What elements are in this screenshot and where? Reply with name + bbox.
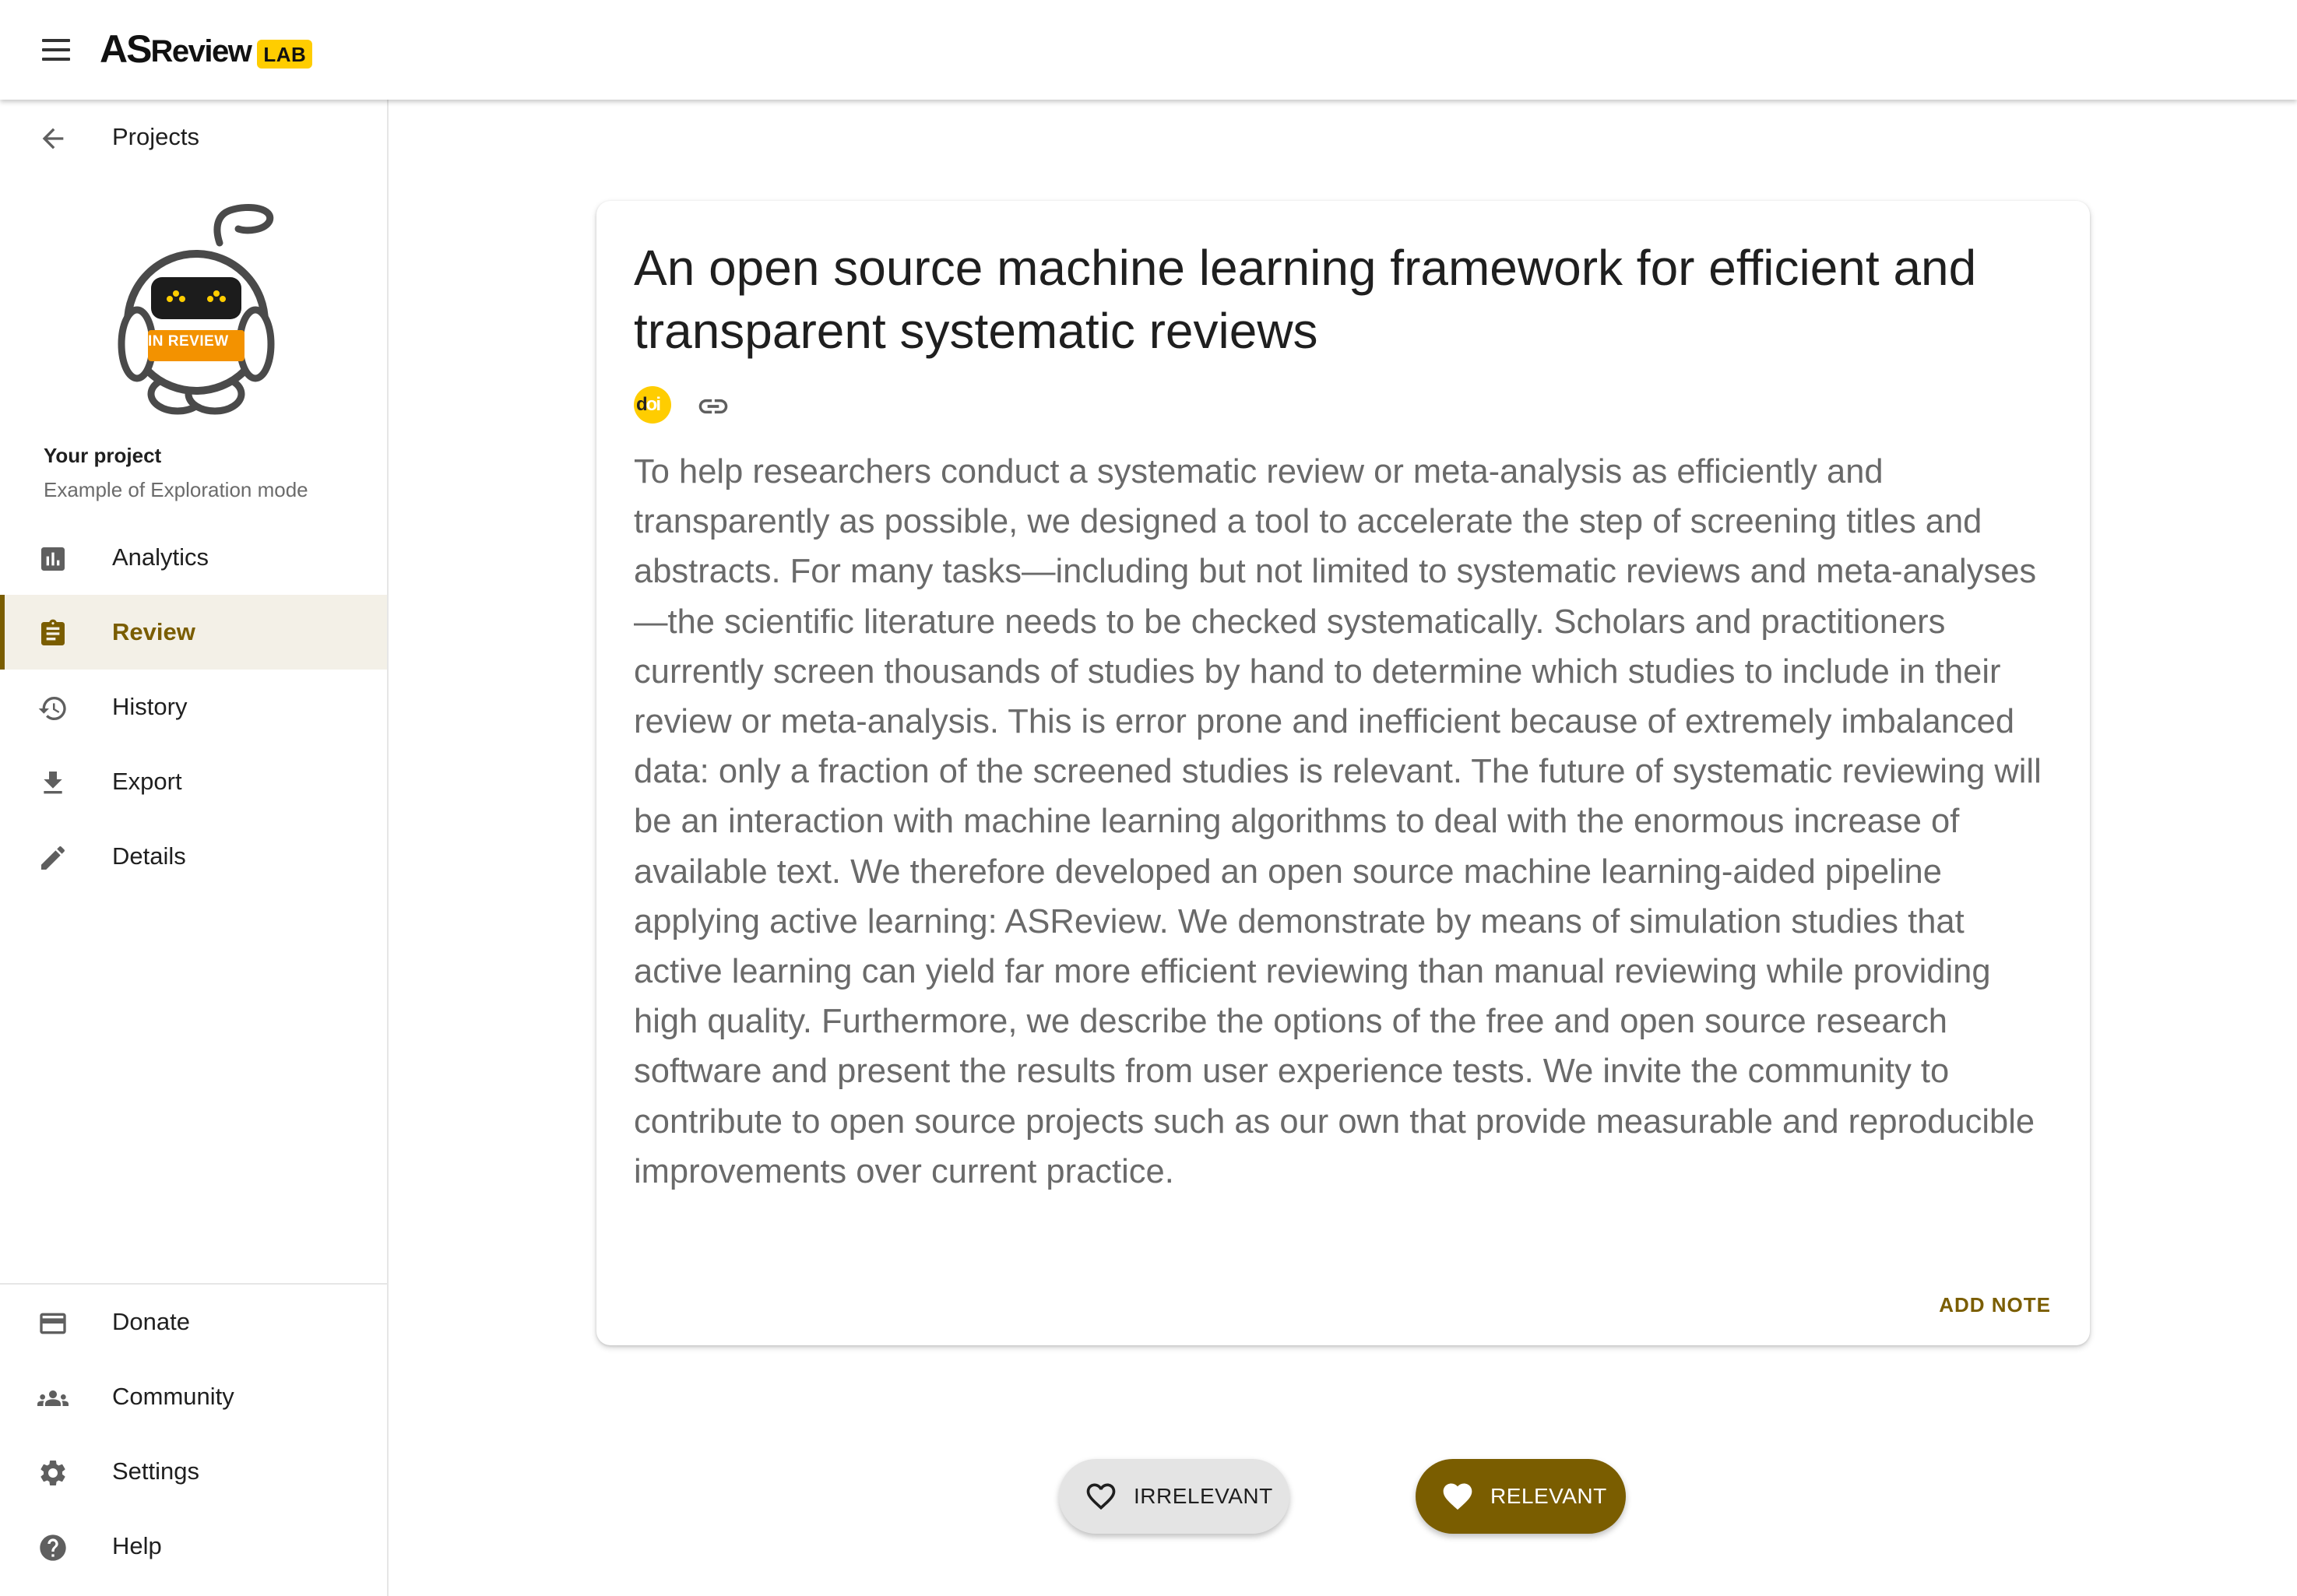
people-icon bbox=[37, 1390, 69, 1406]
doi-icon-text: doi bbox=[636, 394, 661, 415]
logo-text-as: AS bbox=[100, 27, 152, 71]
link-icon[interactable] bbox=[696, 389, 730, 424]
sidebar-item-review[interactable]: Review bbox=[0, 595, 387, 670]
relevant-label: RELEVANT bbox=[1490, 1484, 1607, 1508]
back-label: Projects bbox=[112, 123, 199, 150]
sidebar-item-label: Details bbox=[112, 842, 186, 870]
help-icon bbox=[40, 1534, 66, 1561]
add-note-button[interactable]: ADD NOTE bbox=[1931, 1288, 2059, 1322]
robot-badge-text: IN REVIEW bbox=[148, 333, 229, 350]
arrow-back-icon bbox=[42, 128, 64, 149]
clipboard-icon bbox=[41, 619, 65, 645]
sidebar-item-label: Export bbox=[112, 768, 182, 795]
logo-text-review: Review bbox=[150, 33, 252, 69]
sidebar-item-export[interactable]: Export bbox=[0, 744, 387, 819]
sidebar-item-label: Donate bbox=[112, 1308, 190, 1335]
sidebar-item-community[interactable]: Community bbox=[0, 1359, 387, 1434]
robot-mascot-image bbox=[118, 204, 275, 415]
download-icon bbox=[44, 772, 62, 794]
irrelevant-button[interactable]: IRRELEVANT bbox=[1059, 1459, 1289, 1534]
sidebar-item-settings[interactable]: Settings bbox=[0, 1434, 387, 1509]
heart-outline-icon bbox=[1086, 1483, 1116, 1510]
gear-icon bbox=[40, 1461, 65, 1485]
sidebar-item-analytics[interactable]: Analytics bbox=[0, 520, 387, 595]
relevant-button[interactable]: RELEVANT bbox=[1416, 1459, 1626, 1534]
record-abstract: To help researchers conduct a systematic… bbox=[634, 453, 2042, 1190]
sidebar: Projects IN REVIEW Your project Example … bbox=[0, 100, 389, 1596]
pencil-icon bbox=[41, 845, 65, 870]
sidebar-item-label: History bbox=[112, 693, 188, 720]
sidebar-item-details[interactable]: Details bbox=[0, 819, 387, 894]
sidebar-item-label: Review bbox=[112, 618, 195, 645]
sidebar-item-help[interactable]: Help bbox=[0, 1509, 387, 1584]
heart-filled-icon bbox=[1443, 1483, 1472, 1510]
sidebar-item-history[interactable]: History bbox=[0, 670, 387, 744]
menu-icon[interactable] bbox=[34, 31, 78, 69]
logo-lab-badge: LAB bbox=[257, 39, 313, 69]
back-to-projects-button[interactable]: Projects bbox=[0, 100, 387, 174]
record-card: An open source machine learning framewor… bbox=[596, 201, 2090, 1345]
history-icon bbox=[38, 697, 66, 720]
sidebar-item-label: Settings bbox=[112, 1457, 200, 1485]
analytics-icon bbox=[41, 547, 65, 571]
record-title: An open source machine learning framewor… bbox=[634, 240, 1977, 359]
doi-icon[interactable]: doi bbox=[634, 386, 671, 424]
sidebar-item-label: Help bbox=[112, 1532, 162, 1559]
irrelevant-label: IRRELEVANT bbox=[1134, 1484, 1273, 1508]
sidebar-item-label: Analytics bbox=[112, 543, 209, 571]
project-heading: Your project bbox=[44, 444, 162, 467]
sidebar-item-label: Community bbox=[112, 1383, 234, 1410]
credit-card-icon bbox=[40, 1313, 66, 1334]
sidebar-item-donate[interactable]: Donate bbox=[0, 1285, 387, 1359]
app-logo[interactable]: AS Review LAB bbox=[100, 23, 313, 75]
project-name: Example of Exploration mode bbox=[44, 478, 308, 501]
app-bar: AS Review LAB bbox=[0, 0, 2297, 100]
